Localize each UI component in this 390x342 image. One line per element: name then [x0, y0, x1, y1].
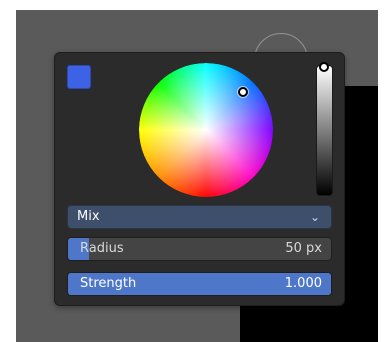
color-wheel-saturation-overlay	[139, 63, 273, 197]
color-swatch[interactable]	[67, 65, 91, 89]
color-wheel[interactable]	[139, 63, 273, 197]
value-brightness-handle[interactable]	[319, 62, 329, 72]
strength-label: Strength	[80, 276, 137, 291]
strength-value: 1.000	[284, 276, 322, 291]
chevron-down-icon: ⌄	[310, 210, 321, 224]
blend-mode-select[interactable]: Mix ⌄	[67, 205, 332, 229]
value-brightness-slider[interactable]	[316, 65, 333, 196]
color-wheel-picker-marker[interactable]	[238, 87, 248, 97]
radius-label: Radius	[80, 241, 124, 256]
screenshot-canvas: Mix ⌄ Radius 50 px Strength 1.000	[0, 0, 390, 342]
strength-slider[interactable]: Strength 1.000	[67, 272, 332, 296]
radius-slider[interactable]: Radius 50 px	[67, 237, 332, 261]
color-picker-popover: Mix ⌄ Radius 50 px Strength 1.000	[54, 52, 345, 306]
radius-value: 50 px	[285, 241, 322, 256]
blend-mode-label: Mix	[77, 209, 100, 224]
